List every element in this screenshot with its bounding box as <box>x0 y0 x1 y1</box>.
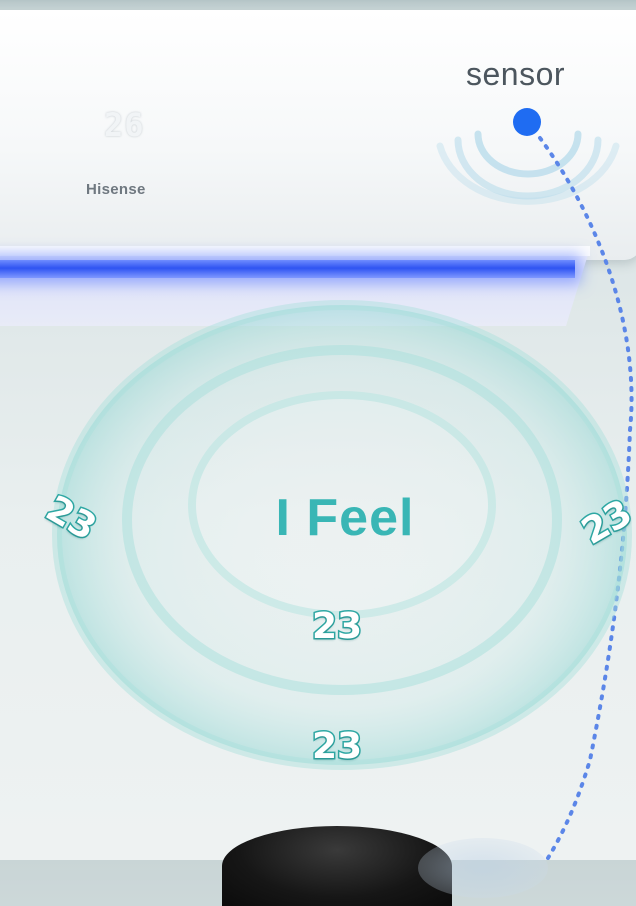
sensor-dot-icon <box>513 108 541 136</box>
temperature-marker-bottom: 23 <box>310 725 363 769</box>
sensor-signal-icon <box>436 130 620 205</box>
sensor-target-glow <box>418 838 548 898</box>
temperature-marker-center: 23 <box>310 605 363 649</box>
ifeel-title: I Feel <box>275 489 415 547</box>
